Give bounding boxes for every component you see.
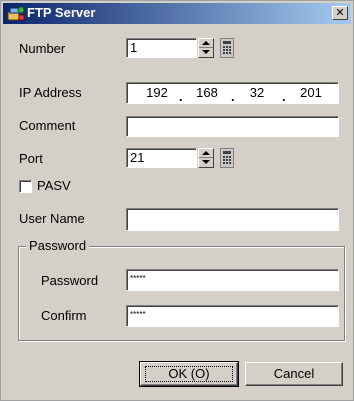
close-button[interactable]: ✕ — [332, 6, 348, 20]
user-name-input[interactable] — [126, 208, 339, 231]
arrow-down-icon — [202, 50, 210, 54]
arrow-down-icon — [202, 160, 210, 164]
user-name-label: User Name — [19, 211, 85, 226]
port-input[interactable]: 21 — [126, 148, 197, 168]
arrow-up-icon — [202, 41, 210, 45]
port-decrement-button[interactable] — [199, 158, 213, 167]
port-label: Port — [19, 151, 43, 166]
number-spinner[interactable] — [198, 38, 214, 58]
comment-label: Comment — [19, 118, 76, 133]
ip-octet-4[interactable]: 201 — [293, 85, 329, 101]
port-keypad-button[interactable] — [220, 148, 234, 168]
number-keypad-button[interactable] — [220, 38, 234, 58]
number-decrement-button[interactable] — [199, 48, 213, 57]
comment-input[interactable] — [126, 116, 339, 137]
ok-button[interactable]: OK (O) — [139, 361, 239, 387]
confirm-input[interactable]: ***** — [126, 305, 339, 327]
ftp-server-dialog: FTP Server ✕ Number 1 IP Address 192 . 1… — [0, 0, 354, 401]
pasv-label[interactable]: PASV — [37, 178, 71, 194]
password-input[interactable]: ***** — [126, 269, 339, 291]
ip-dot-separator: . — [282, 89, 286, 104]
port-increment-button[interactable] — [199, 149, 213, 158]
keypad-icon — [223, 41, 231, 54]
number-increment-button[interactable] — [199, 39, 213, 48]
number-label: Number — [19, 41, 66, 56]
cancel-button[interactable]: Cancel — [245, 362, 343, 386]
password-label: Password — [41, 273, 99, 288]
cancel-button-label: Cancel — [273, 366, 315, 381]
confirm-label: Confirm — [41, 308, 87, 323]
pasv-checkbox[interactable] — [19, 180, 32, 193]
ip-dot-separator: . — [231, 89, 235, 104]
ftp-server-icon — [7, 5, 25, 21]
ip-address-input[interactable]: 192 . 168 . 32 . 201 — [126, 82, 339, 104]
ip-octet-1[interactable]: 192 — [139, 85, 175, 101]
ip-octet-3[interactable]: 32 — [239, 85, 275, 101]
ip-address-label: IP Address — [19, 85, 82, 100]
close-icon: ✕ — [335, 6, 345, 19]
window-title: FTP Server — [27, 5, 96, 20]
arrow-up-icon — [202, 151, 210, 155]
port-spinner[interactable] — [198, 148, 214, 168]
keypad-icon — [223, 151, 231, 164]
title-bar[interactable]: FTP Server ✕ — [3, 3, 351, 24]
ip-dot-separator: . — [179, 89, 183, 104]
focus-rectangle — [145, 366, 233, 382]
password-group-title: Password — [26, 238, 90, 254]
number-input[interactable]: 1 — [126, 38, 197, 58]
ip-octet-2[interactable]: 168 — [189, 85, 225, 101]
